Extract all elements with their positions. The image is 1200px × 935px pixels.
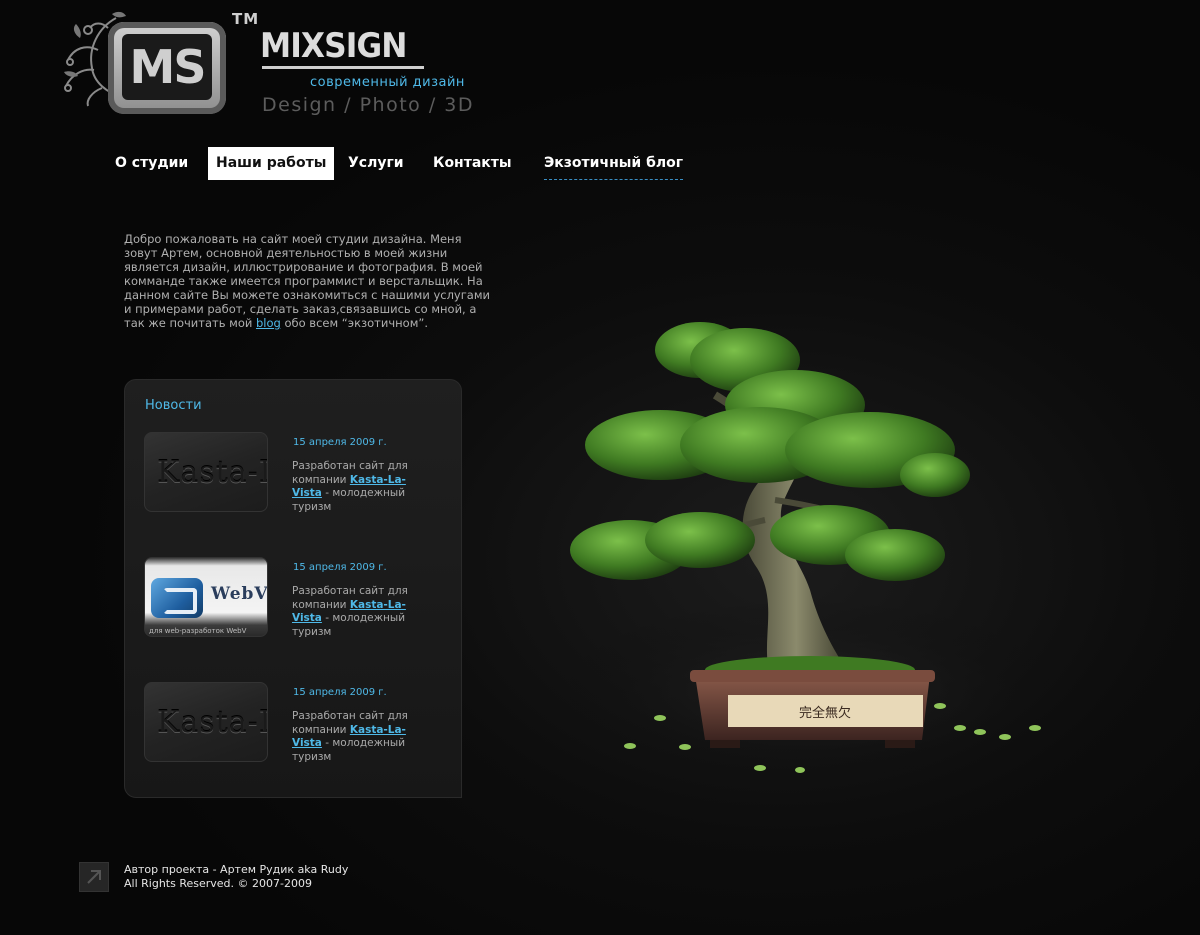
footer-arrow-icon[interactable] — [79, 862, 109, 892]
news-text: Разработан сайт для компании Kasta-La-Vi… — [292, 460, 417, 514]
intro-blog-link[interactable]: blog — [256, 316, 281, 330]
footer-rights: All Rights Reserved. © 2007-2009 — [124, 877, 312, 890]
logo-badge[interactable]: MS — [108, 22, 226, 114]
logo-trademark: TM — [232, 10, 260, 28]
news-thumbnail[interactable]: Kasta-L — [144, 682, 268, 762]
footer-text: Автор проекта - Артем Рудик aka Rudy All… — [124, 863, 348, 891]
logo-badge-text: MS — [122, 34, 212, 100]
news-text: Разработан сайт для компании Kasta-La-Vi… — [292, 710, 417, 764]
news-thumbnail-text: Kasta-L — [157, 705, 268, 740]
news-date: 15 апреля 2009 г. — [293, 562, 387, 573]
news-thumbnail[interactable]: WebV для web-разработок WebV — [144, 557, 268, 637]
news-item: Kasta-L 15 апреля 2009 г. Разработан сай… — [144, 432, 444, 514]
logo-underline — [262, 66, 424, 69]
intro-text: Добро пожаловать на сайт моей студии диз… — [124, 232, 494, 330]
intro-text-after: обо всем “экзотичном”. — [284, 316, 428, 330]
logo-tagline: современный дизайн — [310, 75, 465, 90]
bonsai-plaque-text: 完全無欠 — [799, 705, 851, 721]
logo-name: MIXSIGN — [260, 26, 407, 66]
nav-item-about[interactable]: О студии — [115, 147, 188, 180]
news-text: Разработан сайт для компании Kasta-La-Vi… — [292, 585, 417, 639]
news-thumbnail-text: Kasta-L — [157, 455, 268, 490]
footer-author: Автор проекта - Артем Рудик aka Rudy — [124, 863, 349, 876]
news-item: WebV для web-разработок WebV 15 апреля 2… — [144, 557, 444, 639]
bonsai-illustration: 完全無欠 — [560, 322, 1060, 780]
news-date: 15 апреля 2009 г. — [293, 687, 387, 698]
news-thumbnail[interactable]: Kasta-L — [144, 432, 268, 512]
nav-item-contacts[interactable]: Контакты — [433, 147, 512, 180]
logo-services: Design / Photo / 3D — [262, 94, 474, 116]
news-thumbnail-text: WebV — [211, 584, 268, 604]
news-date: 15 апреля 2009 г. — [293, 437, 387, 448]
nav-item-blog[interactable]: Экзотичный блог — [544, 147, 684, 180]
news-panel: Новости Kasta-L 15 апреля 2009 г. Разраб… — [124, 379, 462, 798]
news-item: Kasta-L 15 апреля 2009 г. Разработан сай… — [144, 682, 444, 764]
nav-item-services[interactable]: Услуги — [348, 147, 404, 180]
news-thumbnail-strip: для web-разработок WebV — [149, 627, 247, 635]
nav-item-works[interactable]: Наши работы — [208, 147, 335, 180]
webvision-logo-icon — [151, 578, 203, 618]
news-title: Новости — [145, 398, 202, 413]
